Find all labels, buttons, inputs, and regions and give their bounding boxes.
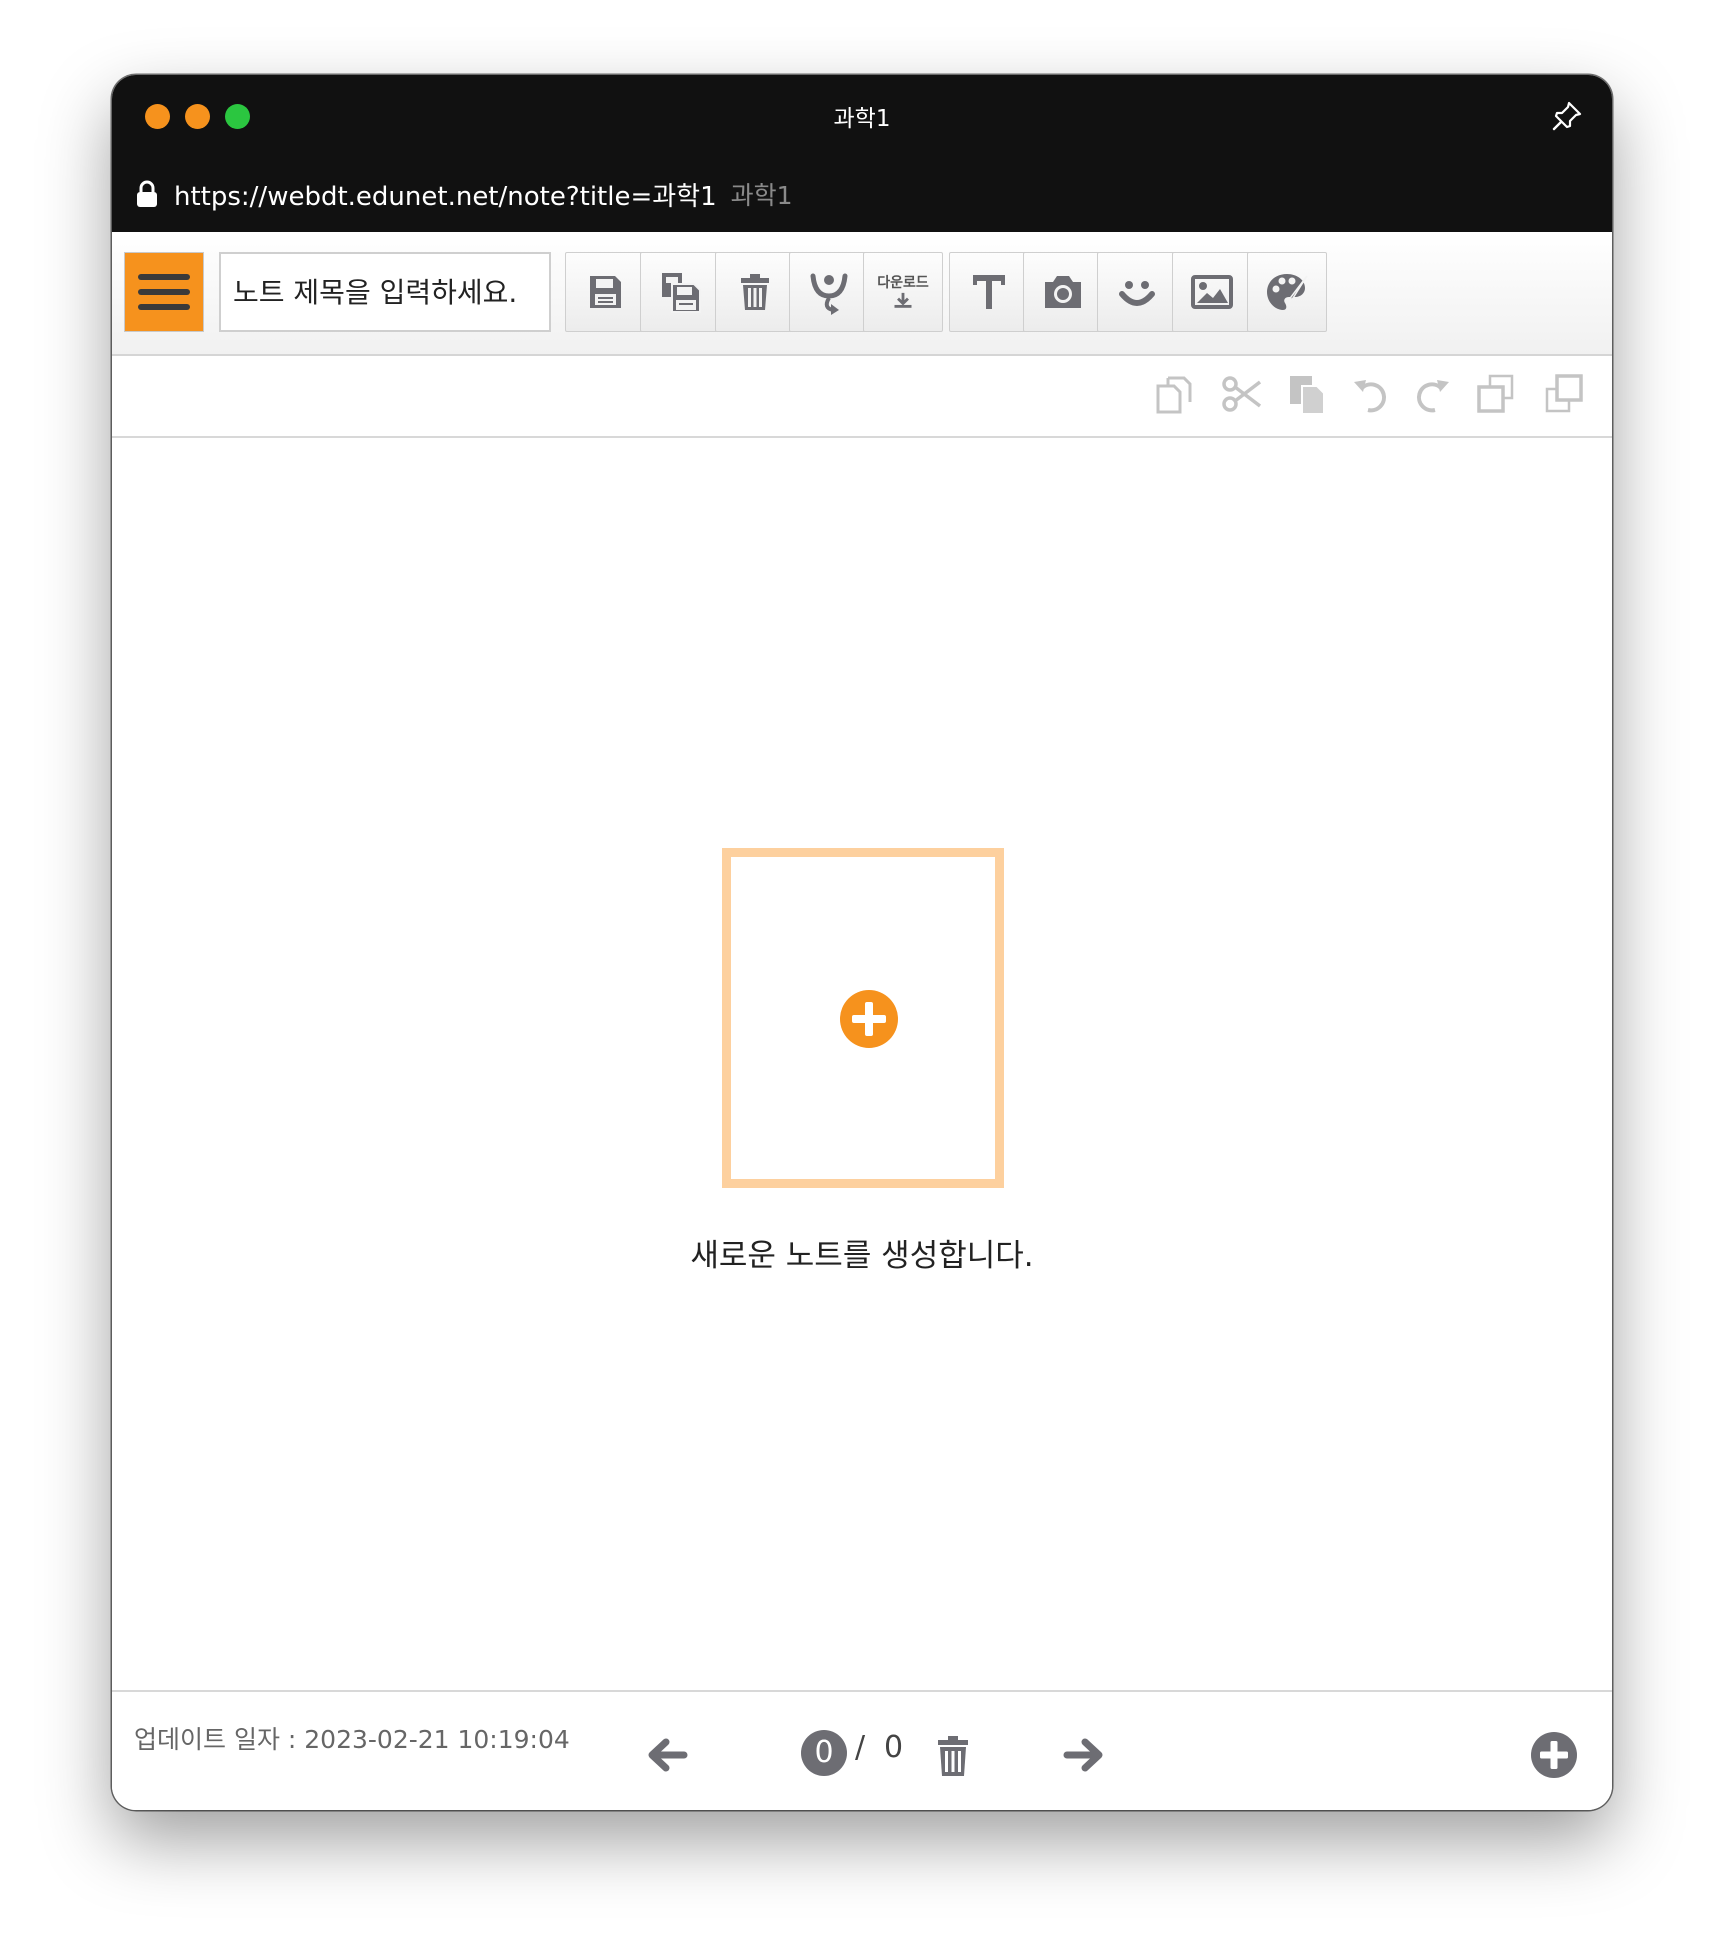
url-text: https://webdt.edunet.net/note?title=과학1 <box>174 181 717 212</box>
share-button[interactable] <box>789 252 869 332</box>
camera-icon <box>1045 276 1081 308</box>
updated-date: 업데이트 일자 : 2023-02-21 10:19:04 <box>134 1725 570 1754</box>
plus-circle-icon <box>840 990 898 1048</box>
address-bar[interactable]: https://webdt.edunet.net/note?title=과학1 … <box>136 174 793 214</box>
smile-icon <box>1119 281 1155 306</box>
new-note-card[interactable] <box>722 848 1004 1188</box>
share-icon <box>810 273 848 315</box>
send-back-icon[interactable] <box>1542 372 1586 416</box>
page-separator: / <box>855 1730 866 1765</box>
edit-toolbar <box>112 356 1612 438</box>
paste-icon[interactable] <box>1285 372 1329 416</box>
undo-icon[interactable] <box>1350 372 1394 416</box>
trash-icon <box>741 274 769 310</box>
arrow-right-icon[interactable] <box>1059 1730 1109 1780</box>
redo-icon[interactable] <box>1409 372 1453 416</box>
bring-front-icon[interactable] <box>1474 372 1518 416</box>
download-button[interactable]: 다운로드 <box>863 252 943 332</box>
footer-bar: 업데이트 일자 : 2023-02-21 10:19:04 0 / 0 <box>112 1690 1612 1810</box>
download-icon <box>894 292 912 308</box>
duplicate-icon[interactable] <box>1152 372 1196 416</box>
note-canvas: 새로운 노트를 생성합니다. <box>112 438 1612 1690</box>
sticker-button[interactable] <box>1097 252 1177 332</box>
lock-icon <box>137 180 157 207</box>
image-icon <box>1191 275 1233 309</box>
download-label: 다운로드 <box>877 275 929 291</box>
page-current: 0 <box>801 1730 847 1776</box>
text-tool-button[interactable] <box>949 252 1029 332</box>
menu-icon <box>138 274 190 310</box>
cut-icon[interactable] <box>1220 372 1264 416</box>
trash-icon[interactable] <box>928 1730 978 1780</box>
add-page-icon[interactable] <box>1529 1730 1579 1780</box>
palette-button[interactable] <box>1247 252 1327 332</box>
image-button[interactable] <box>1172 252 1252 332</box>
save-copy-button[interactable] <box>640 252 720 332</box>
url-page-title: 과학1 <box>730 181 793 210</box>
save-icon <box>590 276 621 308</box>
arrow-left-icon[interactable] <box>642 1730 692 1780</box>
text-icon <box>973 275 1005 309</box>
pin-icon[interactable] <box>1550 99 1584 133</box>
copy-note-icon <box>662 273 701 313</box>
camera-button[interactable] <box>1023 252 1103 332</box>
delete-button[interactable] <box>715 252 795 332</box>
palette-icon <box>1267 274 1308 310</box>
new-note-caption: 새로운 노트를 생성합니다. <box>690 1238 1034 1274</box>
menu-button[interactable] <box>124 252 204 332</box>
note-title-input[interactable] <box>219 252 551 332</box>
window-title: 과학1 <box>833 106 891 132</box>
app-window: 과학1 https://webdt.edunet.net/note?title=… <box>112 75 1612 1810</box>
main-toolbar: 다운로드 <box>112 232 1612 356</box>
title-bar: 과학1 https://webdt.edunet.net/note?title=… <box>112 75 1612 232</box>
page-total: 0 <box>884 1730 904 1765</box>
save-button[interactable] <box>565 252 645 332</box>
